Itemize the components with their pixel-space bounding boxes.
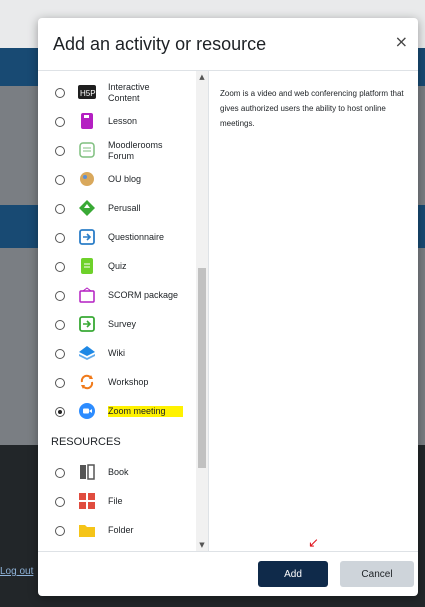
- scorm-icon: [78, 286, 96, 304]
- resource-item[interactable]: File: [38, 487, 196, 516]
- lesson-icon: [78, 112, 96, 130]
- activity-list[interactable]: H5P Interactive Content Lesson Moodlerooms …: [38, 71, 208, 551]
- scroll-thumb[interactable]: [198, 268, 206, 468]
- book-icon: [78, 463, 96, 481]
- activity-item[interactable]: Lesson: [38, 107, 196, 136]
- cancel-button[interactable]: Cancel: [340, 561, 414, 587]
- resource-label: Folder: [108, 525, 134, 535]
- radio-button[interactable]: [55, 117, 65, 127]
- activity-label: Interactive Content: [108, 82, 150, 103]
- h5p-icon: H5P: [78, 83, 96, 101]
- radio-button[interactable]: [55, 497, 65, 507]
- add-button[interactable]: Add: [258, 561, 328, 587]
- blog-icon: [78, 170, 96, 188]
- activity-label: OU blog: [108, 174, 142, 184]
- activity-item[interactable]: Zoom meeting: [38, 397, 196, 426]
- radio-button[interactable]: [55, 468, 65, 478]
- radio-button[interactable]: [55, 175, 65, 185]
- activity-item[interactable]: H5P Interactive Content: [38, 78, 196, 107]
- quiz-icon: [78, 257, 96, 275]
- activity-label: Workshop: [108, 377, 149, 387]
- radio-button[interactable]: [55, 204, 65, 214]
- modal-title: Add an activity or resource: [53, 34, 267, 54]
- activity-label: Questionnaire: [108, 232, 165, 242]
- list-scrollbar[interactable]: ▲ ▼: [196, 71, 208, 551]
- activity-item[interactable]: Workshop: [38, 368, 196, 397]
- modal-header: Add an activity or resource ×: [38, 18, 418, 71]
- activity-label: Wiki: [108, 348, 125, 358]
- scroll-up-icon[interactable]: ▲: [196, 73, 208, 81]
- radio-button[interactable]: [55, 378, 65, 388]
- radio-button[interactable]: [55, 320, 65, 330]
- forum-icon: [78, 141, 96, 159]
- svg-text:H5P: H5P: [80, 89, 96, 98]
- resources-heading: RESOURCES: [51, 436, 121, 448]
- modal-footer: Add Cancel: [38, 551, 418, 597]
- scroll-down-icon[interactable]: ▼: [196, 541, 208, 549]
- folder-icon: [78, 521, 96, 539]
- add-activity-modal: Add an activity or resource × H5P Interac…: [38, 18, 418, 596]
- radio-button[interactable]: [55, 146, 65, 156]
- resource-item[interactable]: Book: [38, 458, 196, 487]
- zoom-icon: [78, 402, 96, 420]
- activity-label: SCORM package: [108, 290, 179, 300]
- resource-label: File: [108, 496, 123, 506]
- activity-item[interactable]: SCORM package: [38, 281, 196, 310]
- radio-button[interactable]: [55, 233, 65, 243]
- activity-label: Perusall: [108, 203, 141, 213]
- activity-item[interactable]: Wiki: [38, 339, 196, 368]
- wiki-icon: [78, 344, 96, 362]
- resource-label: Book: [108, 467, 129, 477]
- radio-button[interactable]: [55, 291, 65, 301]
- activity-item[interactable]: Moodlerooms Forum: [38, 136, 196, 165]
- resource-item[interactable]: Folder: [38, 516, 196, 545]
- workshop-icon: [78, 373, 96, 391]
- survey-icon: [78, 315, 96, 333]
- radio-button[interactable]: [55, 349, 65, 359]
- activity-description: Zoom is a video and web conferencing pla…: [220, 89, 404, 128]
- activity-label: Survey: [108, 319, 137, 329]
- radio-button[interactable]: [55, 262, 65, 272]
- activity-item[interactable]: Questionnaire: [38, 223, 196, 252]
- logout-link[interactable]: Log out: [0, 566, 33, 577]
- activity-item[interactable]: Survey: [38, 310, 196, 339]
- activity-item[interactable]: Perusall: [38, 194, 196, 223]
- annotation-arrow-icon: ↙: [308, 536, 319, 551]
- activity-item[interactable]: OU blog: [38, 165, 196, 194]
- questionnaire-icon: [78, 228, 96, 246]
- pane-divider: [208, 71, 209, 551]
- close-icon[interactable]: ×: [395, 32, 408, 51]
- file-icon: [78, 492, 96, 510]
- activity-item[interactable]: Quiz: [38, 252, 196, 281]
- activity-label: Quiz: [108, 261, 127, 271]
- radio-button[interactable]: [55, 88, 65, 98]
- activity-label: Zoom meeting: [108, 406, 183, 417]
- perusall-icon: [78, 199, 96, 217]
- radio-button[interactable]: [55, 526, 65, 536]
- activity-label: Lesson: [108, 116, 138, 126]
- activity-label: Moodlerooms Forum: [108, 140, 163, 161]
- radio-button[interactable]: [55, 407, 65, 417]
